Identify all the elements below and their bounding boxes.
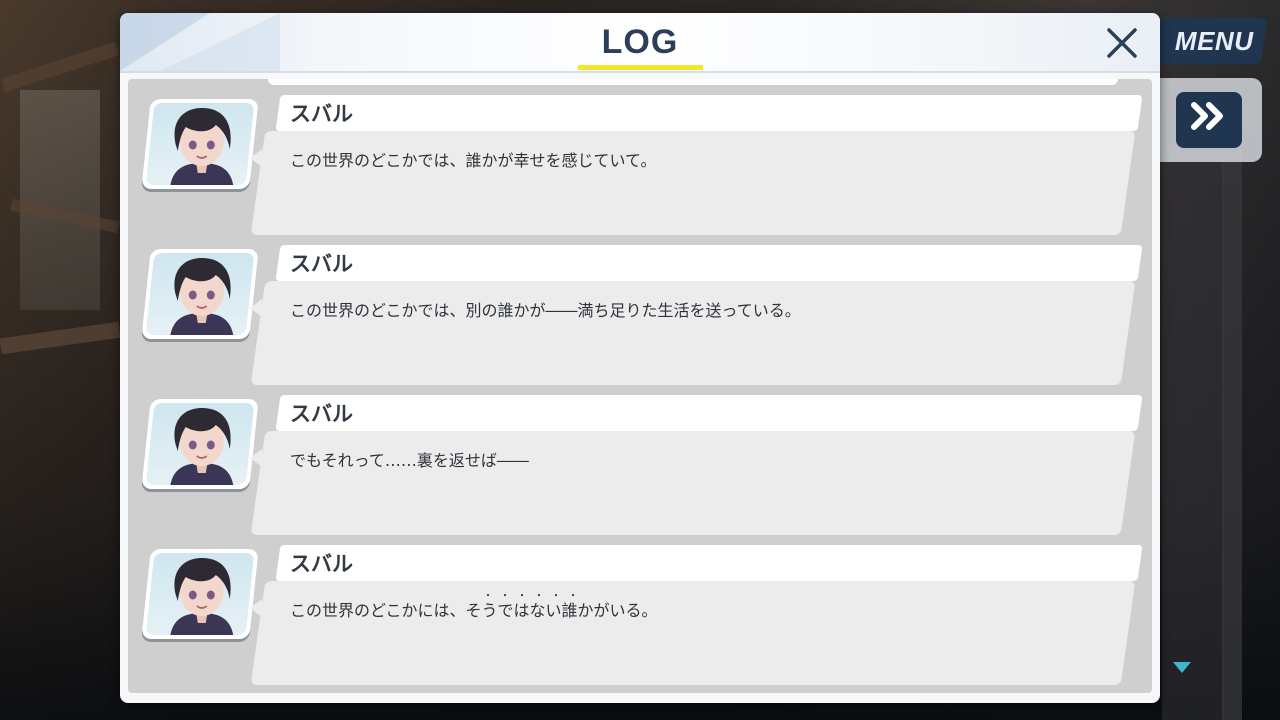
- dialogue-text: この世界のどこかでは、別の誰かが――満ち足りた生活を送っている。: [290, 301, 801, 320]
- menu-button-label: MENU: [1174, 25, 1254, 56]
- title-underline: [578, 65, 703, 70]
- speaker-name: スバル: [290, 402, 353, 426]
- background-post: [1222, 150, 1242, 720]
- speaker-name: スバル: [290, 552, 353, 576]
- background-post: [1162, 150, 1224, 720]
- avatar: [141, 549, 259, 639]
- character-portrait: [169, 407, 234, 485]
- log-list[interactable]: スバル この世界のどこかでは、誰かが幸せを感じていて。 スバル この世界のどこか…: [128, 79, 1152, 693]
- previous-entry-edge: [268, 79, 1118, 85]
- page-title: LOG: [601, 23, 679, 61]
- header-divider: [120, 71, 1160, 73]
- log-panel: LOG スバル この世界のどこかでは、誰かが幸せを感じていて。 スバル この世界…: [120, 13, 1160, 703]
- log-header: LOG: [120, 13, 1160, 73]
- dialogue-text: この世界のどこかでは、誰かが幸せを感じていて。: [290, 151, 657, 170]
- name-plate: [275, 545, 1143, 581]
- speech-tail: [250, 449, 262, 467]
- dialogue-text: でもそれって……裏を返せば――: [290, 451, 529, 470]
- name-plate: [275, 245, 1143, 281]
- fast-forward-button[interactable]: [1176, 92, 1242, 148]
- speech-tail: [250, 299, 262, 317]
- close-button[interactable]: [1100, 21, 1144, 65]
- menu-button[interactable]: MENU: [1146, 18, 1268, 64]
- background-beam: [0, 321, 121, 355]
- log-entry: スバル ・・・・・・ この世界のどこかには、そうではない誰かがいる。: [128, 545, 1152, 687]
- character-portrait: [169, 257, 234, 335]
- avatar: [141, 249, 259, 339]
- name-plate: [275, 95, 1143, 131]
- character-portrait: [169, 557, 234, 635]
- speech-tail: [250, 149, 262, 167]
- avatar: [141, 99, 259, 189]
- background-window: [20, 90, 100, 310]
- scroll-down-arrow-icon[interactable]: [1173, 662, 1191, 673]
- avatar: [141, 399, 259, 489]
- close-icon: [1107, 28, 1137, 58]
- fast-forward-icon: [1182, 101, 1228, 139]
- background-beam: [0, 41, 120, 93]
- speaker-name: スバル: [290, 252, 353, 276]
- log-entry: スバル でもそれって……裏を返せば――: [128, 395, 1152, 537]
- log-entry: スバル この世界のどこかでは、別の誰かが――満ち足りた生活を送っている。: [128, 245, 1152, 387]
- log-entry: スバル この世界のどこかでは、誰かが幸せを感じていて。: [128, 95, 1152, 237]
- dialogue-text: この世界のどこかには、そうではない誰かがいる。: [290, 601, 658, 620]
- character-portrait: [169, 107, 234, 185]
- name-plate: [275, 395, 1143, 431]
- speech-tail: [250, 599, 262, 617]
- speaker-name: スバル: [290, 102, 353, 126]
